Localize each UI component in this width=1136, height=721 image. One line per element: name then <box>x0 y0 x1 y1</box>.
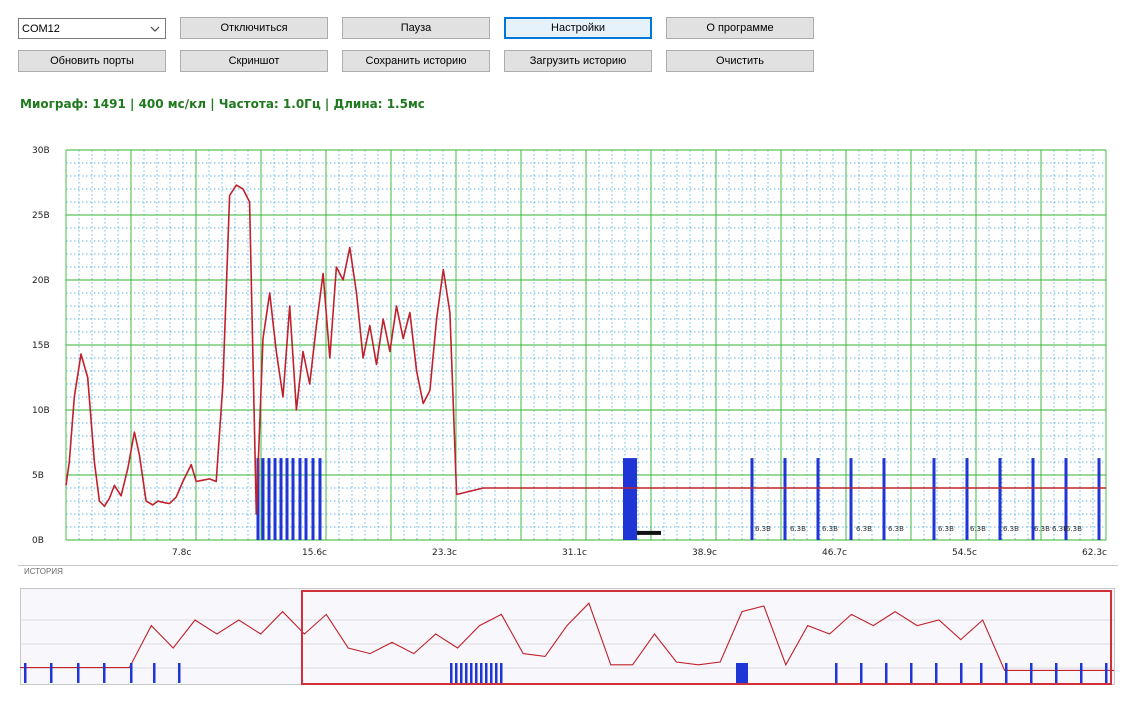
history-label: ИСТОРИЯ <box>24 567 63 576</box>
pulse-bar <box>291 458 295 540</box>
pulse-bar <box>311 458 315 540</box>
history-pulse-bar <box>485 663 488 683</box>
x-tick-label: 23.3с <box>432 548 457 558</box>
history-pulse-bar <box>1055 663 1058 683</box>
pulse-bar <box>1097 458 1101 540</box>
pulse-value-label: 6.3В <box>888 525 904 533</box>
history-pulse-bar <box>860 663 863 683</box>
pulse-value-label: 6.3В <box>1034 525 1050 533</box>
history-pulse-bar <box>24 663 27 683</box>
pulse-value-label: 6.3В <box>822 525 838 533</box>
screenshot-button[interactable]: Скриншот <box>180 50 328 72</box>
history-pulse-bar <box>50 663 53 683</box>
history-pulse-bar <box>480 663 483 683</box>
pulse-bar <box>285 458 289 540</box>
pulse-bar <box>261 458 265 540</box>
x-tick-label: 31.1с <box>562 548 587 558</box>
grid <box>65 149 1107 541</box>
history-pulse-bar <box>178 663 181 683</box>
history-pulse-bar <box>465 663 468 683</box>
history-pulse-bar <box>153 663 156 683</box>
pulse-bar <box>965 458 969 540</box>
history-divider <box>18 565 1118 566</box>
status-line: Миограф: 1491 | 400 мс/кл | Частота: 1.0… <box>20 97 425 111</box>
pulse-value-label: 6.3В <box>938 525 954 533</box>
x-tick-label: 46.7с <box>822 548 847 558</box>
pulse-block <box>623 458 637 540</box>
history-pulse-bar <box>470 663 473 683</box>
history-pulse-block <box>736 663 748 683</box>
history-pulse-bar <box>885 663 888 683</box>
pulse-value-label: 6.3В <box>970 525 986 533</box>
pulse-bar <box>318 458 322 540</box>
history-pulse-bar <box>1030 663 1033 683</box>
x-tick-label: 15.6с <box>302 548 327 558</box>
pulse-bar <box>932 458 936 540</box>
x-tick-label: 38.9с <box>692 548 717 558</box>
about-button[interactable]: О программе <box>666 17 814 39</box>
history-pulse-bar <box>1080 663 1083 683</box>
history-pulse-bar <box>495 663 498 683</box>
history-pulse-bar <box>1005 663 1008 683</box>
history-overview[interactable] <box>20 588 1116 686</box>
pause-button[interactable]: Пауза <box>342 17 490 39</box>
x-tick-label: 54.5с <box>952 548 977 558</box>
pulse-tail <box>637 530 661 535</box>
history-pulse-bar <box>960 663 963 683</box>
x-tick-label: 62.3с <box>1082 548 1107 558</box>
y-tick-label: 25В <box>32 211 50 221</box>
settings-button[interactable]: Настройки <box>504 17 652 39</box>
pulse-value-label: 6.3В <box>856 525 872 533</box>
history-pulse-bar <box>450 663 453 683</box>
pulse-value-label: 6.3В <box>1066 525 1082 533</box>
load-history-button[interactable]: Загрузить историю <box>504 50 652 72</box>
pulse-bar <box>783 458 787 540</box>
y-tick-label: 5В <box>32 471 44 481</box>
pulse-bar <box>267 458 271 540</box>
y-tick-label: 10В <box>32 406 50 416</box>
port-select-value: COM12 <box>22 23 60 35</box>
y-tick-label: 30В <box>32 146 50 156</box>
history-pulse-bar <box>1105 663 1108 683</box>
clear-button[interactable]: Очистить <box>666 50 814 72</box>
y-tick-label: 15В <box>32 341 50 351</box>
history-pulse-bar <box>130 663 133 683</box>
history-pulse-bar <box>835 663 838 683</box>
history-pulse-bar <box>475 663 478 683</box>
y-tick-label: 20В <box>32 276 50 286</box>
save-history-button[interactable]: Сохранить историю <box>342 50 490 72</box>
history-pulse-bar <box>980 663 983 683</box>
pulse-value-label: 6.3В <box>1003 525 1019 533</box>
pulse-bar <box>279 458 283 540</box>
pulse-bar <box>298 458 302 540</box>
history-pulse-bar <box>103 663 106 683</box>
pulse-bar <box>849 458 853 540</box>
history-pulse-bar <box>910 663 913 683</box>
pulse-bar <box>273 458 277 540</box>
y-tick-label: 0В <box>32 536 44 546</box>
history-pulse-bar <box>460 663 463 683</box>
history-pulse-bar <box>935 663 938 683</box>
refresh-ports-button[interactable]: Обновить порты <box>18 50 166 72</box>
pulse-bar <box>998 458 1002 540</box>
pulse-bar <box>750 458 754 540</box>
history-pulse-bar <box>77 663 80 683</box>
pulse-bar <box>304 458 308 540</box>
port-select[interactable]: COM12 <box>18 18 166 39</box>
x-tick-label: 7.8с <box>172 548 191 558</box>
pulse-bar <box>882 458 886 540</box>
pulse-bar <box>816 458 820 540</box>
history-pulse-bar <box>500 663 503 683</box>
history-pulse-bar <box>455 663 458 683</box>
pulse-value-label: 6.3В <box>755 525 771 533</box>
disconnect-button[interactable]: Отключиться <box>180 17 328 39</box>
pulse-value-label: 6.3В <box>790 525 806 533</box>
history-background <box>20 588 1115 685</box>
chevron-down-icon[interactable] <box>148 20 162 37</box>
history-pulse-bar <box>490 663 493 683</box>
signal-chart[interactable]: 0В 5В 10В 15В 20В 25В 30В 7.8с 15.6с 23.3с 31.1с 38… <box>0 140 1136 565</box>
